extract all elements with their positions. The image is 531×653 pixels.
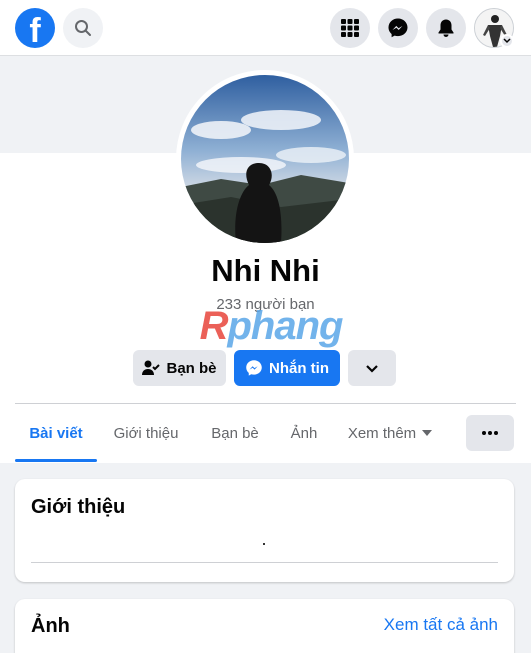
tab-label: Bài viết <box>29 424 83 442</box>
tab-friends[interactable]: Bạn bè <box>200 404 270 462</box>
chevron-down-icon <box>366 364 378 373</box>
friends-button[interactable]: Bạn bè <box>133 350 226 386</box>
facebook-logo[interactable]: f <box>15 8 55 48</box>
notifications-button[interactable] <box>426 8 466 48</box>
intro-divider <box>31 562 498 563</box>
messenger-icon <box>388 18 408 38</box>
messenger-button[interactable] <box>378 8 418 48</box>
message-button[interactable]: Nhắn tin <box>234 350 340 386</box>
facebook-logo-letter: f <box>29 12 41 48</box>
message-button-label: Nhắn tin <box>269 359 329 377</box>
menu-button[interactable] <box>330 8 370 48</box>
profile-avatar[interactable] <box>181 75 349 243</box>
watermark-logo: Rphang <box>186 304 356 348</box>
profile-name: Nhi Nhi <box>211 253 320 288</box>
photos-card: Ảnh Xem tất cả ảnh <box>15 599 514 653</box>
caret-down-icon <box>422 430 433 436</box>
photos-title: Ảnh <box>31 615 70 637</box>
tab-see-more[interactable]: Xem thêm <box>340 404 440 462</box>
watermark-first-letter: R <box>199 304 229 348</box>
intro-card: Giới thiệu <box>15 479 514 582</box>
tab-label: Xem thêm <box>347 424 417 442</box>
person-check-icon <box>142 360 161 375</box>
tabs-more-button[interactable] <box>466 415 514 451</box>
messenger-icon <box>246 360 262 376</box>
intro-title: Giới thiệu <box>31 496 126 518</box>
search-button[interactable] <box>63 8 103 48</box>
see-all-photos-link[interactable]: Xem tất cả ảnh <box>384 615 498 635</box>
tab-label: Giới thiệu <box>113 424 179 442</box>
account-menu-caret[interactable] <box>500 34 514 48</box>
more-actions-button[interactable] <box>348 350 396 386</box>
tab-label: Ảnh <box>290 424 318 442</box>
profile-photo-image <box>181 75 349 243</box>
tab-posts[interactable]: Bài viết <box>15 404 97 462</box>
bell-icon <box>438 19 454 37</box>
more-dots-icon <box>482 431 498 435</box>
friends-button-label: Bạn bè <box>166 359 217 377</box>
tab-about[interactable]: Giới thiệu <box>105 404 187 462</box>
top-navigation-bar: f <box>0 0 531 56</box>
watermark-rest: phang <box>227 304 343 348</box>
chevron-down-icon <box>503 38 511 44</box>
search-icon <box>75 20 91 36</box>
active-tab-indicator <box>15 459 97 462</box>
tab-photos[interactable]: Ảnh <box>280 404 328 462</box>
menu-grid-icon <box>341 19 359 37</box>
tab-label: Bạn bè <box>211 424 259 442</box>
intro-content-dot <box>263 543 265 545</box>
